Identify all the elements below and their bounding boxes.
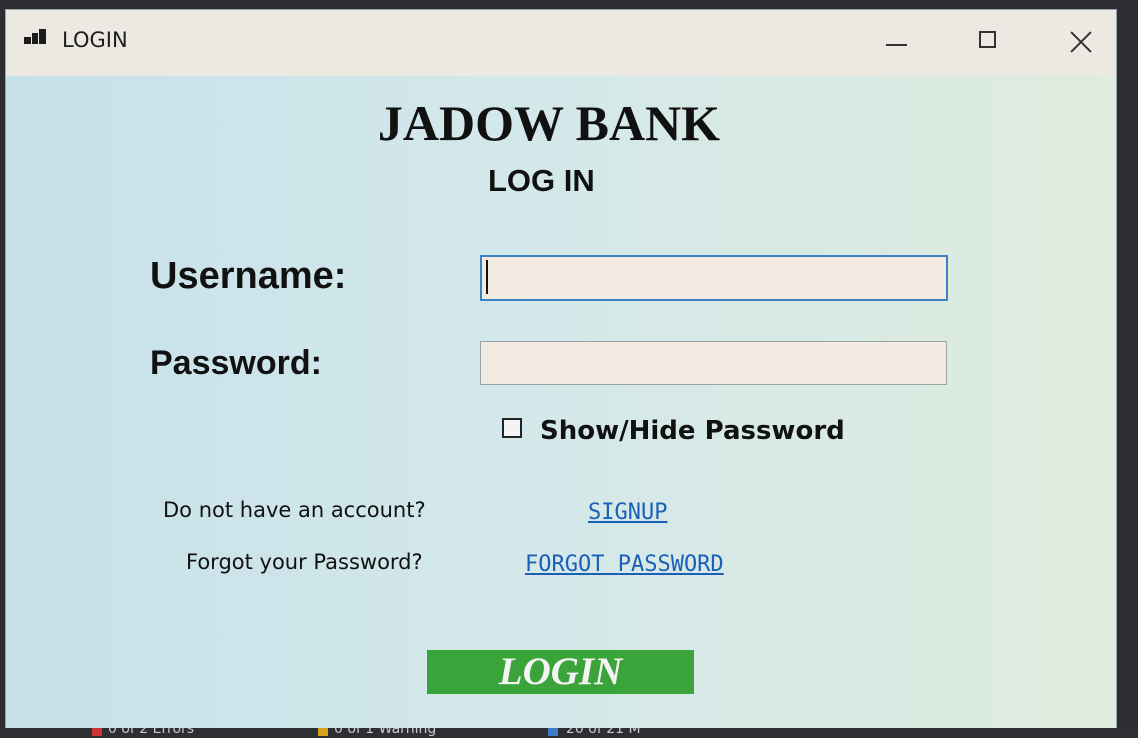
login-subheading: LOG IN [488,163,595,198]
forgot-password-link[interactable]: FORGOT PASSWORD [525,552,724,577]
errors-count[interactable]: 0 of 2 Errors [108,728,194,737]
no-account-text: Do not have an account? [163,498,426,522]
signup-link[interactable]: SIGNUP [588,500,667,525]
ide-error-list-strip: 0 of 2 Errors 0 of 1 Warning 20 of 21 M [0,728,1138,738]
minimize-icon[interactable] [874,22,918,62]
window-title: LOGIN [62,28,128,52]
warning-icon[interactable] [318,728,328,736]
password-label: Password: [150,344,322,382]
close-icon[interactable] [1060,22,1104,62]
window-tiles-icon [24,29,46,49]
username-label: Username: [150,255,347,297]
warnings-count[interactable]: 0 of 1 Warning [334,728,436,737]
message-icon[interactable] [548,728,558,736]
text-caret [486,260,488,294]
messages-count[interactable]: 20 of 21 M [566,728,641,737]
password-input[interactable] [480,341,947,385]
show-hide-password-label[interactable]: Show/Hide Password [540,416,845,446]
maximize-icon[interactable] [966,22,1010,62]
forgot-password-text: Forgot your Password? [186,550,423,574]
username-input[interactable] [480,255,948,301]
login-button[interactable]: LOGIN [427,650,694,694]
show-hide-password-checkbox[interactable] [502,418,522,438]
title-bar[interactable]: LOGIN [6,10,1116,76]
bank-name-heading: JADOW BANK [377,95,721,151]
login-window: LOGIN JADOW BANK LOG IN Username: Passwo… [6,10,1116,734]
error-icon[interactable] [92,728,102,736]
